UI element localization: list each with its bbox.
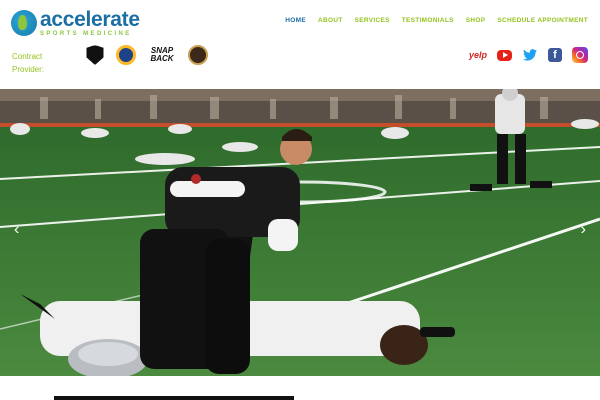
warriors-logo — [115, 44, 137, 66]
team-badge-logo — [187, 44, 209, 66]
main-nav: HOME ABOUT SERVICES TESTIMONIALS SHOP SC… — [285, 17, 588, 24]
instagram-icon[interactable] — [572, 47, 588, 63]
brand-name: accelerate — [40, 8, 140, 31]
page: accelerate SPORTS MEDICINE HOME ABOUT SE… — [0, 0, 600, 400]
nav-about[interactable]: ABOUT — [318, 17, 343, 24]
snapback-logo-text: SNAP BACK — [150, 46, 174, 63]
social-links: yelp f — [469, 47, 588, 63]
logo-icon — [11, 10, 37, 36]
twitter-icon[interactable] — [522, 47, 538, 63]
nav-schedule-appointment[interactable]: SCHEDULE APPOINTMENT — [497, 17, 588, 24]
brand-logo[interactable]: accelerate SPORTS MEDICINE — [11, 9, 140, 37]
nav-shop[interactable]: SHOP — [466, 17, 486, 24]
snapback-logo: SNAP BACK — [146, 44, 178, 66]
youtube-icon[interactable] — [497, 49, 512, 61]
nav-testimonials[interactable]: TESTIMONIALS — [402, 17, 454, 24]
content-divider — [54, 396, 294, 400]
brand-tagline: SPORTS MEDICINE — [40, 31, 132, 37]
contract-provider-label: Contract Provider: — [12, 52, 45, 74]
provider-logos: SNAP BACK — [84, 44, 209, 66]
hero-slider[interactable]: ‹ › — [0, 89, 600, 376]
logo-text: accelerate SPORTS MEDICINE — [40, 9, 140, 37]
raiders-logo — [84, 44, 106, 66]
slider-prev-arrow[interactable]: ‹ — [14, 222, 19, 238]
facebook-icon[interactable]: f — [548, 48, 562, 62]
nav-home[interactable]: HOME — [285, 17, 306, 24]
yelp-icon[interactable]: yelp — [469, 47, 487, 63]
slider-next-arrow[interactable]: › — [581, 222, 586, 238]
nav-services[interactable]: SERVICES — [355, 17, 390, 24]
hero-image — [0, 89, 600, 376]
